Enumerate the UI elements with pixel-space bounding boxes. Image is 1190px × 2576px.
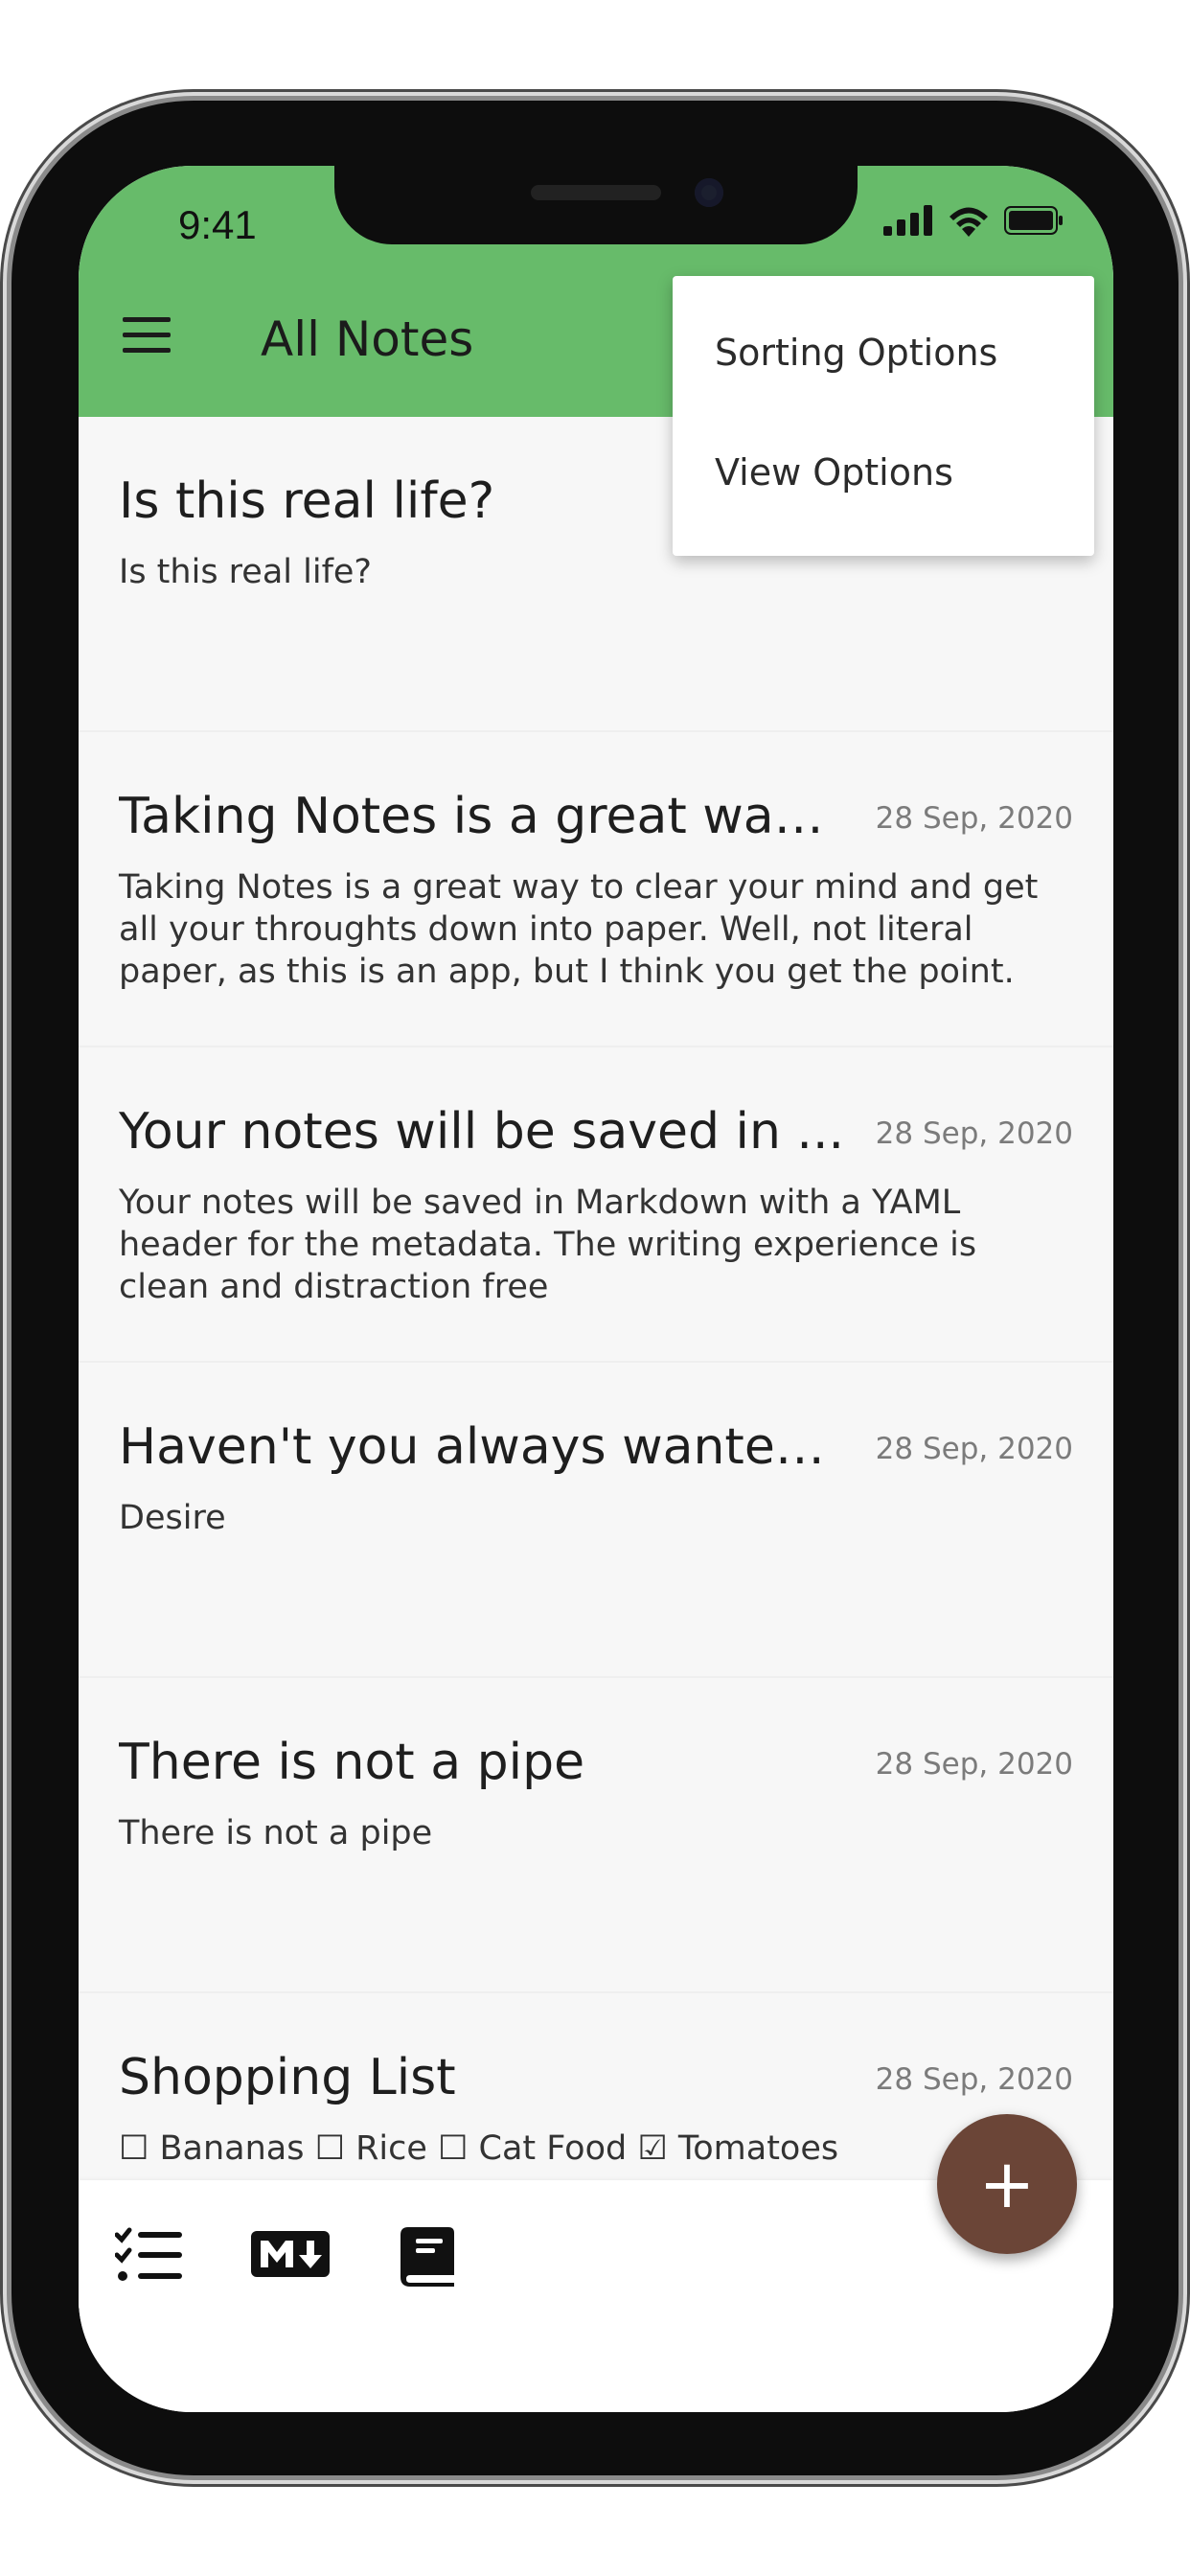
note-date: 28 Sep, 2020 — [875, 1747, 1073, 1782]
status-time: 9:41 — [178, 202, 257, 247]
overflow-menu: Sorting Options View Options — [673, 276, 1094, 556]
note-preview: Is this real life? — [119, 553, 373, 591]
wifi-icon — [950, 207, 988, 237]
note-date: 28 Sep, 2020 — [875, 1116, 1073, 1151]
menu-item-view-options[interactable]: View Options — [715, 451, 953, 494]
notes-list: Is this real life? Is this real life? Ta… — [79, 417, 1113, 2309]
front-camera — [695, 178, 723, 207]
note-preview: Your notes will be saved in Markdown wit… — [119, 1184, 977, 1306]
status-icons — [883, 204, 1064, 237]
note-title: Taking Notes is a great way to... — [119, 788, 847, 845]
notebook-icon[interactable] — [400, 2227, 454, 2287]
app-screen: 9:41 All Notes Is this real life? Is thi… — [79, 166, 1113, 2412]
note-item[interactable]: Your notes will be saved in ... 28 Sep, … — [79, 1047, 1113, 1363]
note-title: Haven't you always wanted ... — [119, 1418, 847, 1476]
menu-item-sorting-options[interactable]: Sorting Options — [715, 332, 997, 374]
note-title: There is not a pipe — [119, 1734, 585, 1791]
note-date: 28 Sep, 2020 — [875, 801, 1073, 836]
note-item[interactable]: There is not a pipe 28 Sep, 2020 There i… — [79, 1678, 1113, 1993]
markdown-icon[interactable] — [251, 2227, 330, 2281]
page-title: All Notes — [261, 311, 474, 367]
note-item[interactable]: Haven't you always wanted ... 28 Sep, 20… — [79, 1363, 1113, 1678]
note-preview: Taking Notes is a great way to clear you… — [119, 868, 1039, 991]
speaker — [531, 185, 661, 200]
checklist-icon[interactable] — [115, 2227, 184, 2285]
note-item[interactable]: Taking Notes is a great way to... 28 Sep… — [79, 732, 1113, 1047]
note-date: 28 Sep, 2020 — [875, 1432, 1073, 1466]
note-preview: ☐ Bananas ☐ Rice ☐ Cat Food ☑ Tomatoes — [119, 2129, 839, 2168]
battery-icon — [1004, 206, 1063, 235]
note-date: 28 Sep, 2020 — [875, 2062, 1073, 2097]
signal-icon — [883, 205, 932, 236]
notch — [334, 166, 858, 244]
note-title: Your notes will be saved in ... — [119, 1103, 845, 1161]
add-note-button[interactable]: + — [937, 2114, 1077, 2254]
note-title: Shopping List — [119, 2049, 456, 2106]
note-preview: There is not a pipe — [119, 1814, 433, 1852]
hamburger-menu-icon[interactable] — [123, 317, 171, 356]
note-preview: Desire — [119, 1499, 226, 1537]
